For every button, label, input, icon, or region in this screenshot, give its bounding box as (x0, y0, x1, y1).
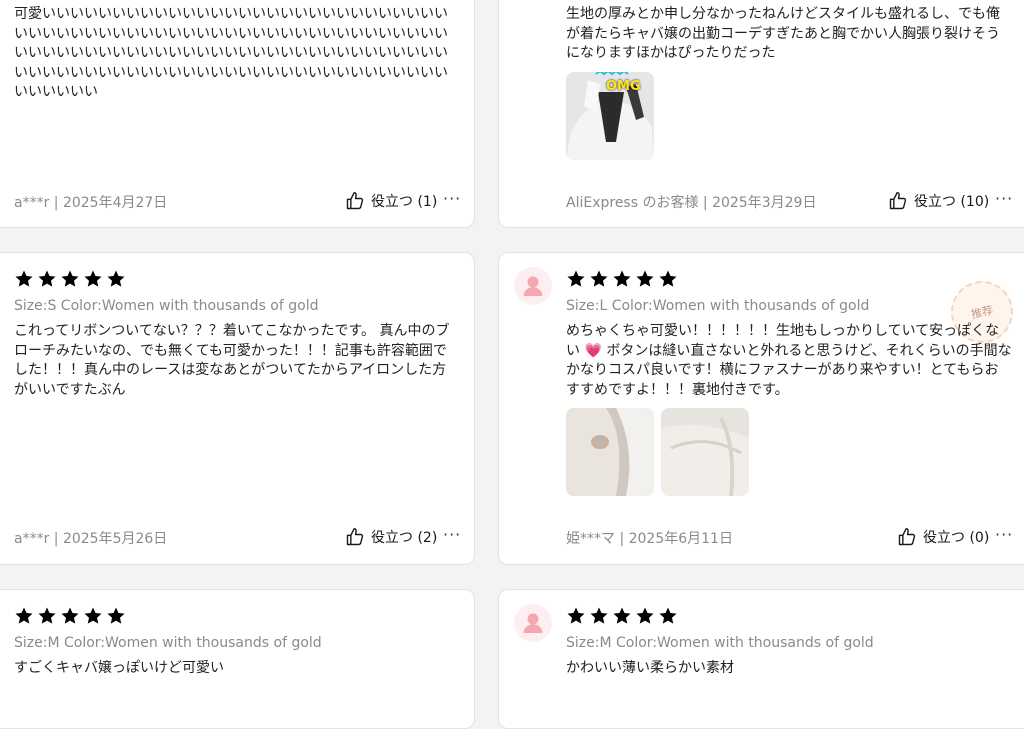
helpful-button[interactable]: 役立つ (10) (888, 191, 989, 211)
thumbs-up-icon (888, 191, 908, 211)
more-options-button[interactable]: ··· (995, 525, 1013, 544)
star-icon (635, 269, 655, 289)
star-icon (566, 269, 586, 289)
more-options-button[interactable]: ··· (443, 189, 461, 208)
star-icon (37, 269, 57, 289)
thumbs-up-icon (345, 527, 365, 547)
star-icon (37, 606, 57, 626)
review-photo[interactable]: OMG (566, 72, 654, 160)
review-sku: Size:M Color:Women with thousands of gol… (566, 635, 874, 651)
review-text: めちゃくちゃ可愛い！！！！！！生地もしっかりしていて安っぽくない 💗 ボタンは縫… (566, 322, 1012, 400)
helpful-button[interactable]: 役立つ (1) (345, 191, 437, 211)
star-icon (60, 269, 80, 289)
review-text: これってリボンついてない？？？着いてこなかったです。 真ん中のブローチみたいなの… (14, 323, 450, 398)
star-icon (658, 269, 678, 289)
star-icon (106, 606, 126, 626)
more-options-button[interactable]: ··· (443, 525, 461, 544)
review-card: Size:M Color:Women with thousands of gol… (0, 589, 475, 729)
star-icon (566, 606, 586, 626)
review-text: かわいい薄い柔らかい素材 (566, 660, 734, 676)
helpful-button[interactable]: 役立つ (2) (345, 527, 437, 547)
review-text: 可愛いいいいいいいいいいいいいいいいいいいいいいいいいいいいいいいいいいいいいい… (14, 6, 448, 100)
review-author-date: AliExpress のお客様 | 2025年3月29日 (566, 195, 817, 211)
review-author-date: 姫***マ | 2025年6月11日 (566, 531, 733, 547)
review-card: 可愛いいいいいいいいいいいいいいいいいいいいいいいいいいいいいいいいいいいいいい… (0, 0, 475, 228)
review-photo-image (566, 408, 654, 496)
thumbs-up-icon (897, 527, 917, 547)
review-card: Size:S Color:Women with thousands of gol… (0, 252, 475, 565)
star-icon (612, 269, 632, 289)
review-card: 生地の厚みとか申し分なかったねんけどスタイルも盛れるし、でも俺が着たらキャバ嬢の… (498, 0, 1024, 228)
review-photo[interactable] (661, 408, 749, 496)
helpful-button[interactable]: 役立つ (0) (897, 527, 989, 547)
review-text: すごくキャバ嬢っぽいけど可愛い (14, 660, 224, 676)
star-rating (566, 269, 678, 289)
photo-overlay-text: OMG (606, 79, 641, 94)
star-icon (106, 269, 126, 289)
avatar (514, 604, 552, 642)
review-photo-image (661, 408, 749, 496)
star-icon (14, 606, 34, 626)
star-rating (14, 606, 126, 626)
star-icon (589, 269, 609, 289)
star-icon (658, 606, 678, 626)
review-sku: Size:M Color:Women with thousands of gol… (14, 635, 322, 651)
review-sku: Size:L Color:Women with thousands of gol… (566, 298, 870, 314)
star-rating (566, 606, 678, 626)
star-icon (83, 269, 103, 289)
star-icon (14, 269, 34, 289)
star-rating (14, 269, 126, 289)
review-text-part: ボタンは縫い直さないと外れると思うけど、それくらいの手間なかなりコスパ良いです！… (566, 342, 1012, 398)
review-card: 推荐 Size:L Color:Women with thousands of … (498, 252, 1024, 565)
review-sku: Size:S Color:Women with thousands of gol… (14, 298, 319, 314)
helpful-label: 役立つ (1) (371, 194, 438, 210)
helpful-label: 役立つ (2) (371, 530, 438, 546)
thumbs-up-icon (345, 191, 365, 211)
heart-emoji-icon: 💗 (584, 342, 602, 359)
review-author-date: a***r | 2025年4月27日 (14, 195, 168, 211)
review-author-date: a***r | 2025年5月26日 (14, 531, 168, 547)
star-icon (589, 606, 609, 626)
star-icon (635, 606, 655, 626)
review-card: Size:M Color:Women with thousands of gol… (498, 589, 1024, 729)
star-icon (60, 606, 80, 626)
review-photo[interactable] (566, 408, 654, 496)
more-options-button[interactable]: ··· (995, 189, 1013, 208)
review-text: 生地の厚みとか申し分なかったねんけどスタイルも盛れるし、でも俺が着たらキャバ嬢の… (566, 6, 1000, 61)
helpful-label: 役立つ (0) (923, 530, 990, 546)
avatar (514, 267, 552, 305)
helpful-label: 役立つ (10) (914, 194, 990, 210)
star-icon (612, 606, 632, 626)
star-icon (83, 606, 103, 626)
